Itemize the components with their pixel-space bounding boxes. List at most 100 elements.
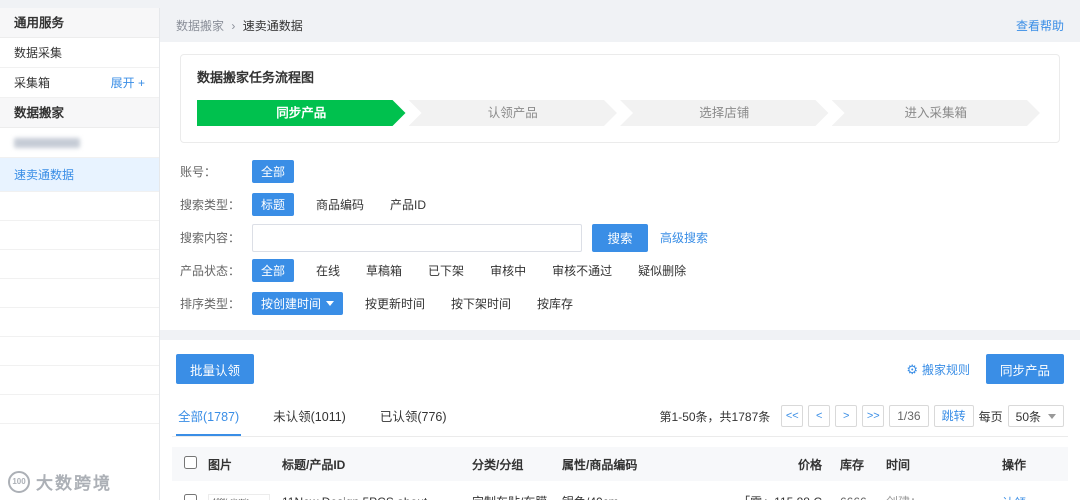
main-content: 数据搬家 › 速卖通数据 查看帮助 数据搬家任务流程图 同步产品 认领产品 选择… (160, 8, 1080, 500)
migration-rules-label: 搬家规则 (921, 362, 970, 377)
help-link[interactable]: 查看帮助 (1016, 17, 1064, 34)
batch-claim-button[interactable]: 批量认领 (176, 354, 255, 384)
advanced-search-link[interactable]: 高级搜索 (660, 229, 708, 246)
flow-filter-panel: 数据搬家任务流程图 同步产品 认领产品 选择店铺 进入采集箱 账号： 全部 搜索… (160, 42, 1080, 330)
product-image[interactable]: 100% electric 98% electric 66% electric … (208, 494, 270, 500)
status-review-failed[interactable]: 审核不通过 (552, 262, 612, 279)
row-attributes-cell: 银色/40cm ASD-Silver-40cm 银色/25cm ASD-Silv… (562, 494, 732, 500)
status-suspect-deleted[interactable]: 疑似删除 (638, 262, 686, 279)
first-page-button[interactable]: << (781, 405, 804, 427)
sidebar-item-placeholder[interactable] (0, 337, 159, 366)
sku-price: 「零」115.88 CNY (732, 494, 822, 500)
sidebar-item-placeholder[interactable] (0, 192, 159, 221)
sort-label: 排序类型： (180, 297, 241, 311)
flow-step-select-shop: 选择店铺 (620, 100, 829, 126)
next-page-button[interactable]: > (835, 405, 858, 427)
sort-by-updated[interactable]: 按更新时间 (365, 295, 425, 312)
sku-stock: 6666 (840, 494, 884, 500)
product-title: 11New Design 5PCS about Electric Car Ele… (282, 494, 460, 500)
sidebar-item-placeholder[interactable] (0, 395, 159, 424)
jump-button[interactable]: 跳转 (933, 405, 974, 427)
sidebar-item-placeholder[interactable] (0, 250, 159, 279)
sidebar-section-data-migration: 数据搬家 (0, 98, 159, 128)
filter-row-account: 账号： 全部 (180, 155, 1060, 188)
tab-all[interactable]: 全部(1787) (176, 396, 242, 436)
flow-step-claim-product: 认领产品 (409, 100, 618, 126)
sync-product-button[interactable]: 同步产品 (985, 354, 1064, 384)
filter-row-search: 搜索内容： 搜索 高级搜索 (180, 221, 1060, 254)
sidebar-item-data-collect[interactable]: 数据采集 (0, 38, 159, 68)
prev-page-button[interactable]: < (808, 405, 831, 427)
status-online[interactable]: 在线 (316, 262, 340, 279)
tab-unclaimed[interactable]: 未认领(1011) (271, 396, 348, 436)
filter-row-search-type: 搜索类型： 标题 商品编码 产品ID (180, 188, 1060, 221)
expand-link[interactable]: 展开 + (111, 68, 145, 98)
row-actions-cell: 认领 搬家记录 (996, 494, 1066, 500)
column-header-attributes: 属性/商品编码 (562, 457, 638, 472)
sort-by-created[interactable]: 按创建时间 (252, 292, 344, 315)
column-header-stock: 库存 (840, 457, 865, 472)
pagination-summary: 第1-50条，共1787条 (659, 409, 771, 424)
per-page-select[interactable]: 50条 (1007, 405, 1064, 427)
sku-attribute: 银色/40cm (562, 494, 724, 500)
last-page-button[interactable]: >> (862, 405, 885, 427)
sidebar-item-smt-data[interactable]: 速卖通数据 (0, 158, 159, 192)
tabs: 全部(1787) 未认领(1011) 已认领(776) (176, 396, 479, 436)
breadcrumb-parent[interactable]: 数据搬家 (176, 19, 224, 33)
search-input[interactable] (252, 223, 582, 252)
row-time-cell: 创建： 2025-11-14 14:02 更新： 2025-11-14 14:0… (884, 494, 996, 500)
sidebar-item-placeholder[interactable] (0, 308, 159, 337)
status-draft[interactable]: 草稿箱 (366, 262, 402, 279)
row-price-cell: 「零」115.88 CNY 「零」57.91 CNY (732, 494, 828, 500)
select-all-checkbox[interactable] (183, 456, 197, 469)
flow-box: 数据搬家任务流程图 同步产品 认领产品 选择店铺 进入采集箱 (180, 54, 1060, 143)
table-header: 图片 标题/产品ID 分类/分组 属性/商品编码 价格 库存 时间 操作 (172, 447, 1068, 481)
row-category-cell: 定制车贴/车膜(Custom Fit Car Sticker &Custom F… (472, 494, 562, 500)
row-checkbox[interactable] (183, 494, 197, 500)
sidebar-item-collect-box[interactable]: 采集箱 展开 + (0, 68, 159, 98)
column-header-price: 价格 (797, 457, 822, 472)
app: 通用服务 数据采集 采集箱 展开 + 数据搬家 速卖通数据 数据搬家 › 速卖通… (0, 0, 1080, 500)
sidebar-item-redacted[interactable] (0, 128, 159, 158)
flow-steps: 同步产品 认领产品 选择店铺 进入采集箱 (197, 100, 1043, 126)
sort-by-created-label: 按创建时间 (261, 297, 322, 311)
row-actions: 认领 搬家记录 (1002, 494, 1066, 500)
flow-title: 数据搬家任务流程图 (197, 70, 315, 85)
column-header-time: 时间 (886, 457, 911, 472)
claim-link[interactable]: 认领 (1002, 494, 1066, 500)
search-type-title[interactable]: 标题 (252, 193, 295, 216)
account-option-all[interactable]: 全部 (252, 160, 295, 183)
per-page-label: 每页 (978, 409, 1003, 424)
pagination: 第1-50条，共1787条 << < > >> 1/36 跳转 每页 50条 (660, 405, 1064, 427)
status-reviewing[interactable]: 审核中 (490, 262, 526, 279)
sidebar-item-placeholder[interactable] (0, 279, 159, 308)
page-indicator: 1/36 (889, 405, 929, 427)
breadcrumb-current: 速卖通数据 (242, 18, 303, 33)
status-label: 产品状态： (180, 264, 241, 278)
redacted-label (14, 137, 80, 148)
status-all[interactable]: 全部 (252, 259, 295, 282)
search-type-product-id[interactable]: 产品ID (390, 196, 426, 213)
sidebar-item-placeholder[interactable] (0, 221, 159, 250)
sidebar-item-label: 速卖通数据 (14, 167, 75, 182)
sidebar-item-label: 采集箱 (14, 75, 51, 90)
filter-row-sort: 排序类型： 按创建时间 按更新时间 按下架时间 按库存 (180, 287, 1060, 320)
account-label: 账号： (180, 165, 217, 179)
search-type-product-code[interactable]: 商品编码 (316, 196, 364, 213)
created-label: 创建： (886, 494, 996, 500)
row-checkbox-cell (172, 494, 208, 500)
sort-by-stock[interactable]: 按库存 (537, 295, 573, 312)
status-offline[interactable]: 已下架 (428, 262, 464, 279)
search-button[interactable]: 搜索 (592, 223, 648, 252)
breadcrumb: 数据搬家 › 速卖通数据 (176, 17, 303, 34)
sort-by-offline-time[interactable]: 按下架时间 (451, 295, 511, 312)
sidebar-item-placeholder[interactable] (0, 366, 159, 395)
flow-step-enter-collect-box: 进入采集箱 (832, 100, 1041, 126)
flow-step-sync-product: 同步产品 (197, 100, 406, 126)
tab-claimed[interactable]: 已认领(776) (378, 396, 449, 436)
column-header-category: 分类/分组 (472, 457, 524, 472)
search-type-label: 搜索类型： (180, 198, 241, 212)
filters: 账号： 全部 搜索类型： 标题 商品编码 产品ID 搜索内容： 搜索 高级搜索 … (180, 143, 1060, 326)
chevron-down-icon (326, 301, 335, 306)
migration-rules-link[interactable]: ⚙ 搬家规则 (906, 361, 970, 378)
